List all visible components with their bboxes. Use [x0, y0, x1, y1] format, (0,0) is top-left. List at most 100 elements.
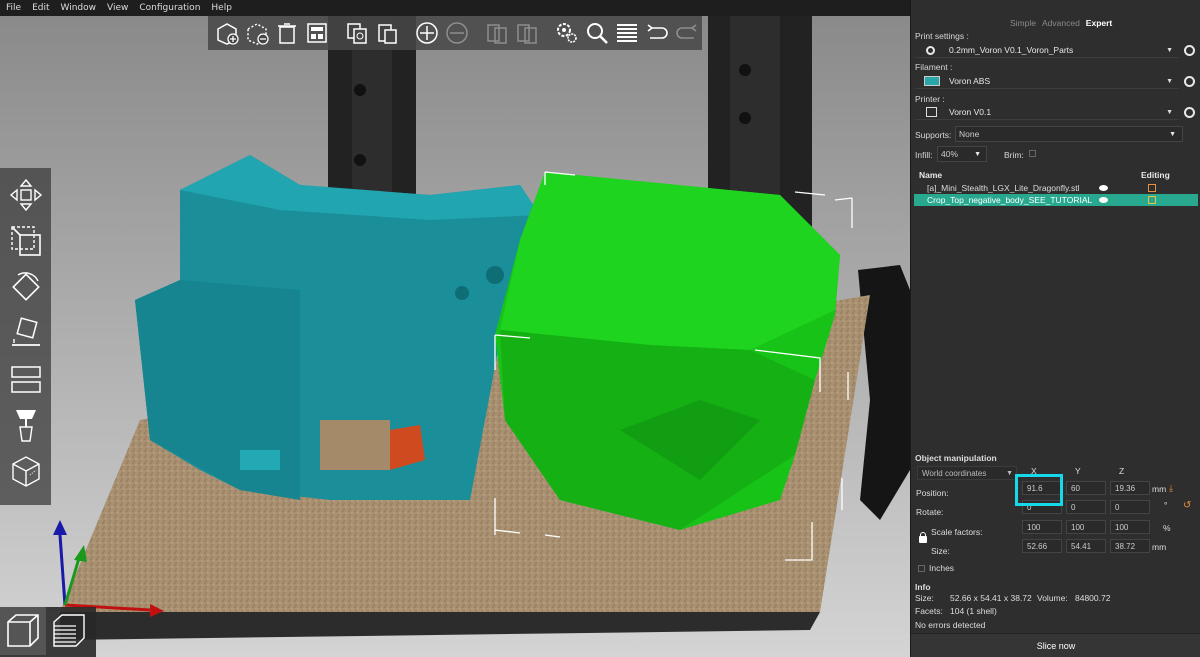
info-volume-value: 84800.72 [1075, 593, 1111, 603]
redo-icon[interactable] [672, 18, 702, 48]
paint-supports-icon[interactable] [3, 402, 49, 448]
infill-select[interactable]: 40% ▼ [937, 146, 987, 162]
paste-icon[interactable] [372, 18, 402, 48]
lock-icon[interactable] [919, 536, 927, 543]
preview-icon[interactable] [46, 607, 92, 655]
eye-icon[interactable] [1099, 185, 1108, 191]
print-settings-edit-icon[interactable] [1184, 45, 1195, 56]
gear-icon [926, 46, 935, 55]
info-size-label: Size: [915, 593, 934, 603]
scale-y-input[interactable]: 100 [1066, 520, 1106, 534]
split-parts-icon[interactable] [512, 18, 542, 48]
add-instance-icon[interactable] [412, 18, 442, 48]
layers-icon[interactable] [612, 18, 642, 48]
printer-combo[interactable]: Voron V0.1 ▼ [915, 105, 1179, 120]
copy-icon[interactable] [342, 18, 372, 48]
info-facets-value: 104 (1 shell) [950, 606, 997, 616]
size-z-input[interactable]: 38.72 [1110, 539, 1150, 553]
print-settings-value: 0.2mm_Voron V0.1_Voron_Parts [949, 45, 1074, 55]
menu-window[interactable]: Window [61, 3, 97, 13]
brim-label: Brim: [1004, 150, 1024, 160]
remove-instance-icon[interactable] [442, 18, 472, 48]
position-z-input[interactable]: 19.36 [1110, 481, 1150, 495]
scale-z-input[interactable]: 100 [1110, 520, 1150, 534]
position-label: Position: [916, 488, 949, 498]
delete-all-icon[interactable] [272, 18, 302, 48]
size-y-input[interactable]: 54.41 [1066, 539, 1106, 553]
rotate-y-input[interactable]: 0 [1066, 500, 1106, 514]
settings-icon[interactable] [552, 18, 582, 48]
info-title: Info [915, 582, 931, 592]
printer-value: Voron V0.1 [949, 107, 992, 117]
info-volume-label: Volume: [1037, 593, 1068, 603]
eye-icon[interactable] [1099, 197, 1108, 203]
scale-x-input[interactable]: 100 [1022, 520, 1062, 534]
menu-configuration[interactable]: Configuration [139, 3, 200, 13]
object-row[interactable]: [a]_Mini_Stealth_LGX_Lite_Dragonfly.stl [914, 182, 1198, 194]
menu-file[interactable]: File [6, 3, 21, 13]
size-label: Size: [931, 546, 950, 556]
menu-edit[interactable]: Edit [32, 3, 49, 13]
object-name: Crop_Top_negative_body_SEE_TUTORIAL [927, 195, 1093, 205]
seam-icon[interactable] [3, 448, 49, 494]
filament-combo[interactable]: Voron ABS ▼ [915, 74, 1179, 89]
cut-icon[interactable] [3, 356, 49, 402]
y-header: Y [1075, 466, 1081, 476]
split-objects-icon[interactable] [482, 18, 512, 48]
menu-help[interactable]: Help [211, 3, 232, 13]
info-errors: No errors detected [915, 620, 986, 630]
menu-bar: File Edit Window View Configuration Help [0, 0, 910, 16]
3d-viewport[interactable] [0, 16, 910, 657]
printer-edit-icon[interactable] [1184, 107, 1195, 118]
column-editing: Editing [1141, 170, 1170, 180]
reset-rotation-icon[interactable]: ↺ [1183, 500, 1191, 511]
scale-icon[interactable] [3, 218, 49, 264]
slice-now-button[interactable]: Slice now [911, 633, 1200, 657]
chevron-down-icon: ▼ [1169, 130, 1176, 138]
z-header: Z [1119, 466, 1125, 476]
rotate-z-input[interactable]: 0 [1110, 500, 1150, 514]
chevron-down-icon: ▼ [974, 150, 981, 158]
arrange-icon[interactable] [302, 18, 332, 48]
manipulation-title: Object manipulation [915, 453, 997, 463]
delete-icon[interactable] [242, 18, 272, 48]
position-y-input[interactable]: 60 [1066, 481, 1106, 495]
print-settings-label: Print settings : [915, 31, 969, 41]
mode-simple[interactable]: Simple [1007, 18, 1039, 28]
rotate-unit: ° [1164, 500, 1168, 510]
3d-view-icon[interactable] [0, 607, 46, 655]
coordinates-select[interactable]: World coordinates ▼ [917, 466, 1017, 480]
filament-edit-icon[interactable] [1184, 76, 1195, 87]
position-x-input[interactable]: 91.6 [1022, 481, 1062, 495]
object-row-selected[interactable]: Crop_Top_negative_body_SEE_TUTORIAL [914, 194, 1198, 206]
size-x-input[interactable]: 52.66 [1022, 539, 1062, 553]
rotate-x-input[interactable]: 0 [1022, 500, 1062, 514]
mode-expert[interactable]: Expert [1083, 18, 1115, 28]
info-size-value: 52.66 x 54.41 x 38.72 [950, 593, 1032, 603]
rotate-icon[interactable] [3, 264, 49, 310]
mode-advanced[interactable]: Advanced [1039, 18, 1083, 28]
chevron-down-icon: ▼ [1166, 108, 1173, 116]
move-icon[interactable] [3, 172, 49, 218]
print-settings-combo[interactable]: 0.2mm_Voron V0.1_Voron_Parts ▼ [915, 43, 1179, 58]
add-icon[interactable] [212, 18, 242, 48]
x-header: X [1031, 466, 1037, 476]
chevron-down-icon: ▼ [1166, 46, 1173, 54]
place-on-face-icon[interactable] [3, 310, 49, 356]
scale-unit: % [1163, 523, 1171, 533]
brim-checkbox[interactable] [1029, 150, 1036, 157]
inches-checkbox[interactable] [918, 565, 925, 572]
menu-view[interactable]: View [107, 3, 128, 13]
edit-settings-icon[interactable] [1148, 196, 1156, 204]
undo-icon[interactable] [642, 18, 672, 48]
column-name: Name [919, 170, 943, 180]
settings-sidebar: Simple Advanced Expert Print settings : … [910, 0, 1200, 657]
coordinates-value: World coordinates [922, 468, 987, 478]
size-unit: mm [1152, 542, 1167, 552]
mode-tabs: Simple Advanced Expert [1007, 18, 1115, 28]
search-icon[interactable] [582, 18, 612, 48]
edit-settings-icon[interactable] [1148, 184, 1156, 192]
lock-shackle [920, 532, 926, 537]
supports-select[interactable]: None ▼ [955, 126, 1183, 142]
drop-to-bed-icon[interactable]: ⤓ [1169, 483, 1173, 494]
